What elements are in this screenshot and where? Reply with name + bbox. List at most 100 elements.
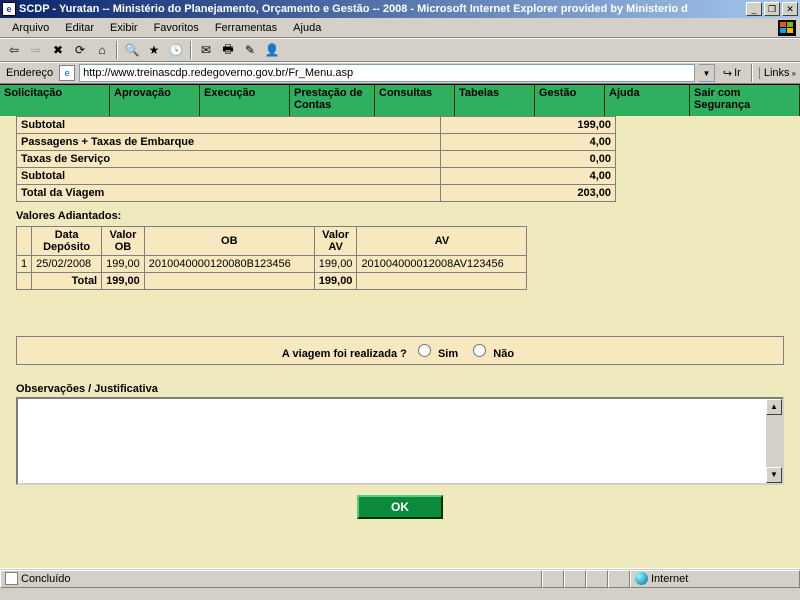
- chevron-right-icon: »: [792, 69, 796, 78]
- adv-th-av: AV: [357, 227, 527, 256]
- adv-total-vav: 199,00: [314, 273, 357, 290]
- nav-label: Prestação de Contas: [294, 87, 370, 111]
- menu-favoritos[interactable]: Favoritos: [146, 20, 207, 36]
- status-cell: [542, 570, 564, 588]
- minimize-button[interactable]: _: [746, 2, 762, 16]
- search-button[interactable]: 🔍: [122, 40, 142, 60]
- status-net-label: Internet: [651, 573, 688, 585]
- adv-header-row: Data Depósito Valor OB OB Valor AV AV: [17, 227, 527, 256]
- nav-label: Consultas: [379, 87, 432, 99]
- summary-label: Subtotal: [17, 168, 441, 185]
- close-button[interactable]: ✕: [782, 2, 798, 16]
- go-button[interactable]: ↪ Ir: [719, 67, 745, 80]
- scrollbar[interactable]: ▲ ▼: [766, 399, 782, 483]
- history-button[interactable]: 🕓: [166, 40, 186, 60]
- adv-table: Data Depósito Valor OB OB Valor AV AV 1 …: [16, 226, 527, 290]
- obs-textarea[interactable]: ▲ ▼: [16, 397, 784, 485]
- summary-value: 203,00: [441, 185, 616, 202]
- adv-total-blank: [144, 273, 314, 290]
- summary-label: Subtotal: [17, 117, 441, 134]
- question-bar: A viagem foi realizada ? Sim Não: [16, 336, 784, 365]
- links-button[interactable]: Links »: [759, 67, 796, 79]
- print-button[interactable]: 🖶: [218, 40, 238, 60]
- status-cell: [586, 570, 608, 588]
- page-icon: e: [59, 65, 75, 81]
- radio-nao[interactable]: [473, 344, 486, 357]
- forward-button[interactable]: ⇨: [26, 40, 46, 60]
- windows-flag-icon: [778, 20, 796, 36]
- scroll-up-icon[interactable]: ▲: [766, 399, 782, 415]
- nav-label: Gestão: [539, 87, 576, 99]
- summary-row: Taxas de Serviço0,00: [17, 151, 616, 168]
- address-input[interactable]: [79, 64, 695, 82]
- nav-tabelas[interactable]: Tabelas: [455, 85, 535, 116]
- home-button[interactable]: ⌂: [92, 40, 112, 60]
- mail-button[interactable]: ✉: [196, 40, 216, 60]
- menu-arquivo[interactable]: Arquivo: [4, 20, 57, 36]
- label-sim: Sim: [438, 348, 458, 360]
- content-area: Subtotal199,00 Passagens + Taxas de Emba…: [0, 116, 800, 568]
- toolbar-separator: [751, 64, 753, 82]
- menu-exibir[interactable]: Exibir: [102, 20, 146, 36]
- adv-th-vav: Valor AV: [314, 227, 357, 256]
- stop-button[interactable]: ✖: [48, 40, 68, 60]
- address-bar: Endereço e ▼ ↪ Ir Links »: [0, 62, 800, 84]
- ok-button[interactable]: OK: [357, 495, 443, 519]
- menu-bar: Arquivo Editar Exibir Favoritos Ferramen…: [0, 18, 800, 38]
- summary-row: Subtotal199,00: [17, 117, 616, 134]
- adv-cell-vav: 199,00: [314, 256, 357, 273]
- restore-button[interactable]: ❐: [764, 2, 780, 16]
- toolbar: ⇦ ⇨ ✖ ⟳ ⌂ 🔍 ★ 🕓 ✉ 🖶 ✎ 👤: [0, 38, 800, 62]
- adv-th-ob: OB: [144, 227, 314, 256]
- nav-gestao[interactable]: Gestão: [535, 85, 605, 116]
- summary-row: Total da Viagem203,00: [17, 185, 616, 202]
- status-cell-done: Concluído: [0, 570, 542, 588]
- nav-solicitacao[interactable]: Solicitação: [0, 85, 110, 116]
- back-button[interactable]: ⇦: [4, 40, 24, 60]
- nav-execucao[interactable]: Execução: [200, 85, 290, 116]
- edit-button[interactable]: ✎: [240, 40, 260, 60]
- summary-row: Subtotal4,00: [17, 168, 616, 185]
- adv-section-label: Valores Adiantados:: [16, 210, 796, 222]
- status-bar: Concluído Internet: [0, 568, 800, 588]
- go-icon: ↪: [723, 67, 732, 80]
- nav-prestacao[interactable]: Prestação de Contas: [290, 85, 375, 116]
- discuss-button[interactable]: 👤: [262, 40, 282, 60]
- nav-consultas[interactable]: Consultas: [375, 85, 455, 116]
- address-label: Endereço: [4, 67, 55, 79]
- refresh-button[interactable]: ⟳: [70, 40, 90, 60]
- toolbar-separator: [190, 41, 192, 59]
- summary-label: Passagens + Taxas de Embarque: [17, 134, 441, 151]
- favorites-button[interactable]: ★: [144, 40, 164, 60]
- summary-table: Subtotal199,00 Passagens + Taxas de Emba…: [16, 116, 616, 202]
- menu-editar[interactable]: Editar: [57, 20, 102, 36]
- nav-label: Solicitação: [4, 87, 62, 99]
- adv-total-blank: [17, 273, 32, 290]
- adv-cell-vob: 199,00: [102, 256, 145, 273]
- nav-aprovacao[interactable]: Aprovação: [110, 85, 200, 116]
- nav-label: Sair com Segurança: [694, 87, 795, 111]
- adv-total-vob: 199,00: [102, 273, 145, 290]
- radio-sim[interactable]: [418, 344, 431, 357]
- adv-total-blank: [357, 273, 527, 290]
- menu-ajuda[interactable]: Ajuda: [285, 20, 329, 36]
- obs-label: Observações / Justificativa: [16, 383, 796, 395]
- nav-label: Execução: [204, 87, 255, 99]
- summary-label: Taxas de Serviço: [17, 151, 441, 168]
- adv-cell-ob: 2010040000120080B123456: [144, 256, 314, 273]
- go-label: Ir: [734, 67, 741, 79]
- nav-label: Tabelas: [459, 87, 499, 99]
- adv-cell-data: 25/02/2008: [32, 256, 102, 273]
- status-cell: [608, 570, 630, 588]
- status-done-label: Concluído: [21, 573, 71, 585]
- scroll-down-icon[interactable]: ▼: [766, 467, 782, 483]
- nav-ajuda[interactable]: Ajuda: [605, 85, 690, 116]
- window-title: SCDP - Yuratan -- Ministério do Planejam…: [19, 3, 744, 15]
- adv-total-label: Total: [32, 273, 102, 290]
- links-label: Links: [764, 67, 790, 79]
- nav-sair[interactable]: Sair com Segurança: [690, 85, 800, 116]
- summary-value: 199,00: [441, 117, 616, 134]
- address-dropdown[interactable]: ▼: [699, 64, 715, 82]
- menu-ferramentas[interactable]: Ferramentas: [207, 20, 285, 36]
- window-titlebar: e SCDP - Yuratan -- Ministério do Planej…: [0, 0, 800, 18]
